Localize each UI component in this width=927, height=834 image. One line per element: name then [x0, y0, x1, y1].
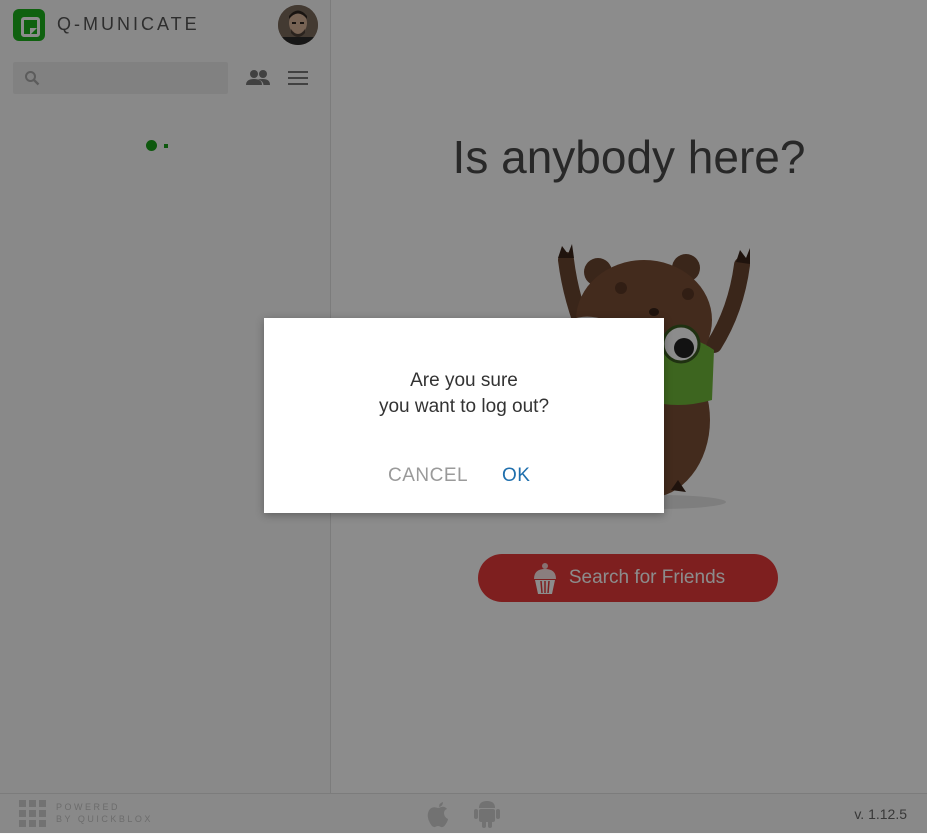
- cancel-button[interactable]: CANCEL: [382, 464, 474, 488]
- dialog-message-line-1: Are you sure: [410, 370, 518, 391]
- dialog-message-line-2: you want to log out?: [378, 396, 550, 417]
- ok-button[interactable]: OK: [496, 464, 536, 488]
- app-window: Q-MUNICATE Is anybody here? Search for F…: [0, 0, 927, 834]
- logout-confirm-dialog: Are you sure you want to log out? CANCEL…: [264, 318, 664, 513]
